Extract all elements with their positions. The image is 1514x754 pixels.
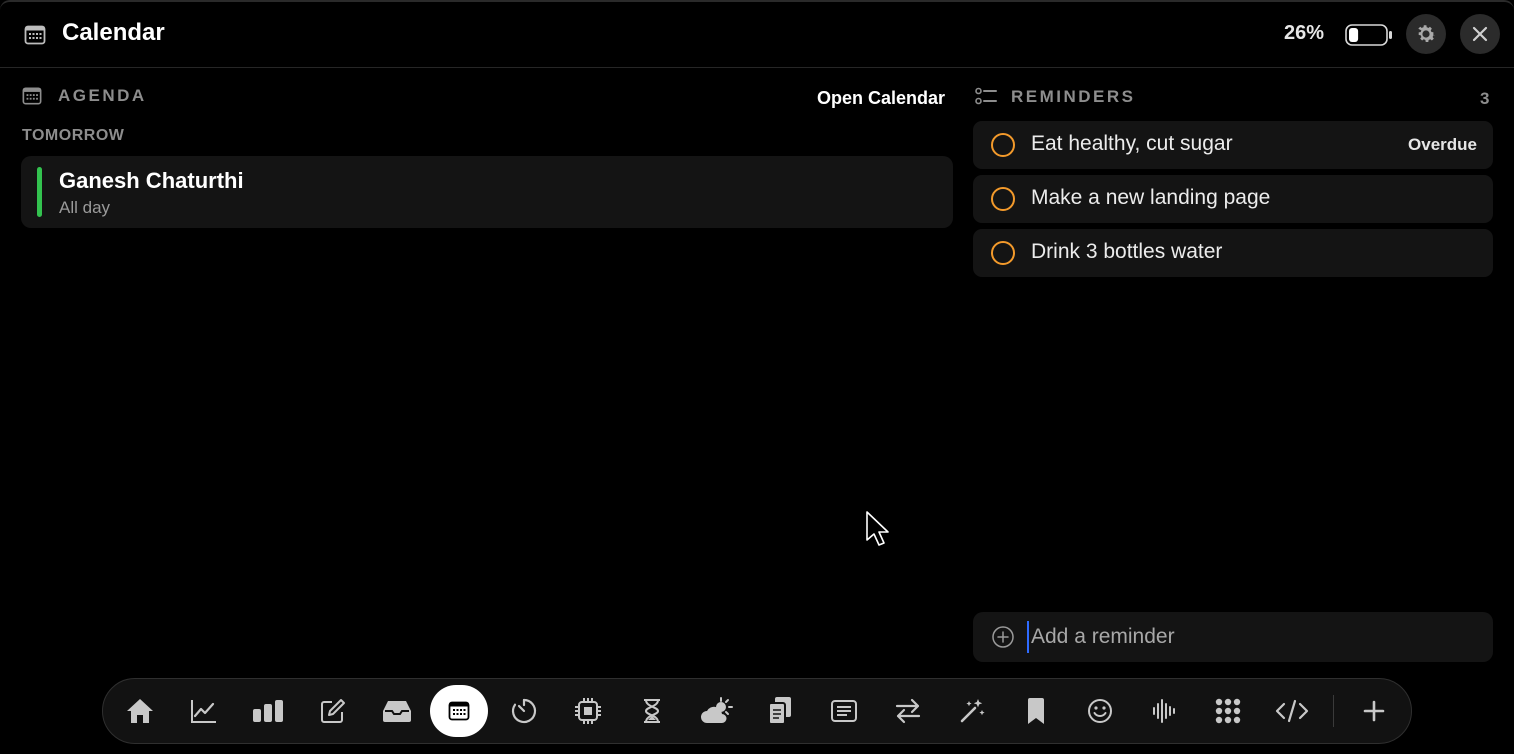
code-icon (1275, 699, 1309, 723)
event-title: Ganesh Chaturthi (59, 168, 244, 193)
emoji-icon (1088, 699, 1112, 723)
home-icon (127, 699, 153, 723)
close-button[interactable] (1460, 14, 1500, 54)
add-reminder-input[interactable] (1027, 621, 1467, 653)
reminder-checkbox[interactable] (991, 133, 1015, 157)
event-color-bar (37, 167, 42, 217)
dock-weather[interactable] (687, 685, 745, 737)
dock-emoji[interactable] (1071, 685, 1129, 737)
reminders-header: REMINDERS (975, 87, 1136, 107)
reminder-item[interactable]: Eat healthy, cut sugar Overdue (973, 121, 1493, 169)
battery-icon (1345, 24, 1392, 46)
reminders-count: 3 (1480, 89, 1490, 108)
event-card[interactable]: Ganesh Chaturthi All day (21, 156, 953, 228)
dock-audio[interactable] (1135, 685, 1193, 737)
dock-inbox[interactable] (368, 685, 426, 737)
overdue-badge: Overdue (1408, 135, 1477, 154)
battery-percent: 26% (1284, 22, 1325, 44)
battery-fill (1349, 28, 1359, 42)
dock-focus[interactable] (623, 685, 681, 737)
reminder-item[interactable]: Make a new landing page (973, 175, 1493, 223)
checklist-icon (975, 87, 997, 105)
add-icon (1363, 700, 1385, 722)
settings-button[interactable] (1406, 14, 1446, 54)
event-time: All day (59, 198, 111, 217)
dock-stocks[interactable] (175, 685, 233, 737)
dock-apps[interactable] (1199, 685, 1257, 737)
clipboard-icon (768, 697, 791, 725)
mouse-cursor-icon (866, 511, 889, 546)
dock-calendar[interactable] (430, 685, 488, 737)
reminder-checkbox[interactable] (991, 187, 1015, 211)
calendar-icon (22, 87, 42, 105)
dock-add[interactable] (1345, 685, 1403, 737)
notes-icon (831, 700, 857, 722)
timer-icon (511, 698, 537, 724)
add-circle-icon (992, 626, 1014, 648)
agenda-title: AGENDA (58, 86, 147, 105)
close-icon (1472, 26, 1488, 42)
cpu-icon (575, 698, 601, 724)
reminder-checkbox[interactable] (991, 241, 1015, 265)
magic-wand-icon (960, 699, 985, 723)
calendar-icon (448, 701, 470, 721)
bar-chart-icon (253, 700, 283, 722)
reminder-text: Make a new landing page (1031, 186, 1271, 209)
calendar-icon (24, 25, 46, 45)
dock-ai[interactable] (943, 685, 1001, 737)
dock-code[interactable] (1263, 685, 1321, 737)
bookmark-icon (1028, 698, 1044, 724)
dock-notes[interactable] (304, 685, 362, 737)
dock-convert[interactable] (879, 685, 937, 737)
agenda-header: AGENDA (22, 86, 147, 106)
gear-icon (1418, 25, 1436, 42)
reminder-text: Eat healthy, cut sugar (1031, 132, 1233, 155)
compose-icon (321, 699, 345, 723)
reminders-title: REMINDERS (1011, 87, 1136, 106)
weather-icon (701, 697, 733, 723)
chart-line-icon (191, 700, 216, 723)
dock-stats[interactable] (239, 685, 297, 737)
dock-text[interactable] (815, 685, 873, 737)
day-label: TOMORROW (22, 127, 125, 144)
dock-divider (1333, 695, 1334, 727)
dock-home[interactable] (111, 685, 169, 737)
add-reminder-field[interactable] (973, 612, 1493, 662)
reminder-text: Drink 3 bottles water (1031, 240, 1223, 263)
dock (102, 678, 1412, 744)
dock-system[interactable] (559, 685, 617, 737)
header: Calendar 26% (0, 2, 1514, 68)
audio-wave-icon (1153, 699, 1175, 723)
open-calendar-link[interactable]: Open Calendar (817, 88, 945, 109)
window-title: Calendar (62, 19, 165, 46)
reminder-item[interactable]: Drink 3 bottles water (973, 229, 1493, 277)
calendar-widget-window: Calendar 26% AGENDA Open Calendar TOMORR… (0, 0, 1514, 754)
dock-clipboard[interactable] (751, 685, 809, 737)
hourglass-icon (644, 699, 660, 723)
dock-timer[interactable] (495, 685, 553, 737)
convert-icon (895, 698, 921, 724)
dock-bookmarks[interactable] (1007, 685, 1065, 737)
apps-grid-icon (1215, 698, 1241, 724)
inbox-icon (383, 701, 411, 722)
